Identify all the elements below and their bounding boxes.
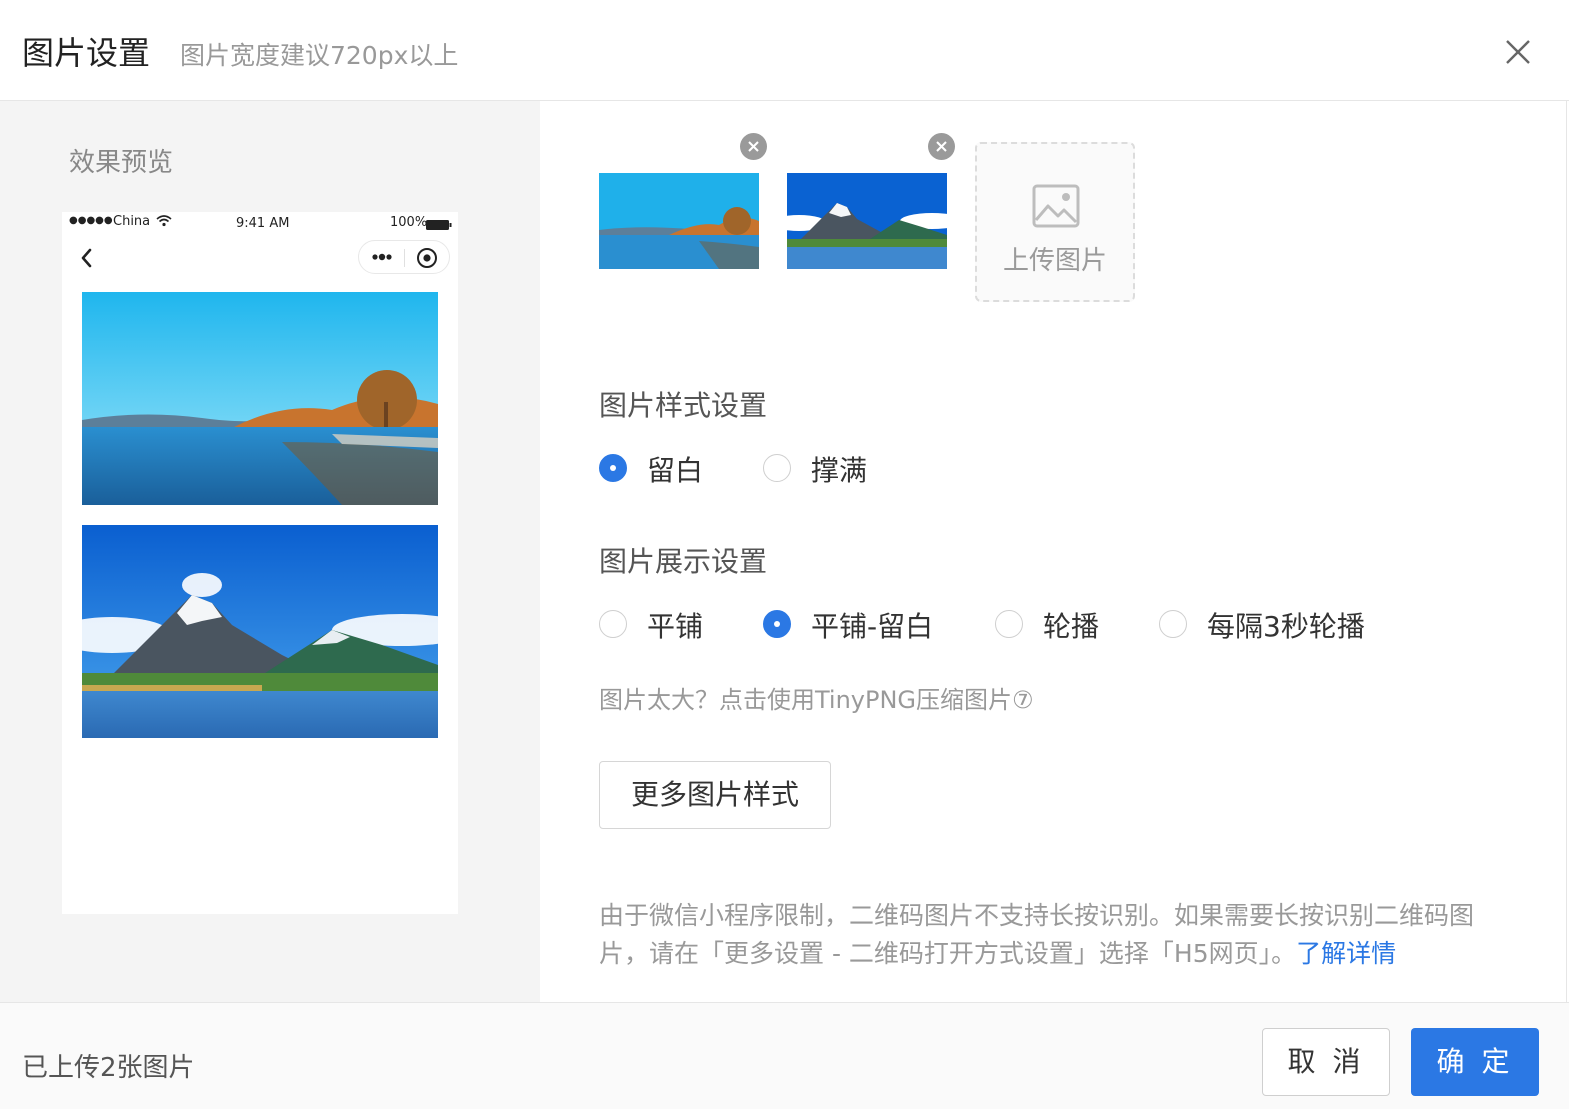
thumbnail-lake[interactable] — [599, 173, 759, 269]
remove-thumbnail-1-icon[interactable] — [740, 133, 767, 160]
radio-label: 平铺 — [647, 610, 704, 643]
image-settings-dialog: 图片设置 图片宽度建议720px以上 效果预览 ●●●●● China 9:41… — [0, 0, 1569, 1109]
wifi-icon — [156, 214, 172, 232]
radio-circle — [763, 454, 791, 482]
upload-count: 已上传2张图片 — [22, 1053, 195, 1083]
battery-percent: 100% — [390, 215, 428, 230]
signal-dots: ●●●●● — [69, 215, 113, 226]
radio-style-blank[interactable]: 留白 — [599, 448, 719, 488]
radio-style-fill[interactable]: 撑满 — [763, 448, 883, 488]
phone-statusbar: ●●●●● China 9:41 AM 100% — [62, 212, 458, 236]
cancel-button[interactable]: 取 消 — [1262, 1028, 1390, 1096]
radio-label: 撑满 — [811, 454, 868, 487]
preview-label: 效果预览 — [69, 148, 174, 178]
dialog-subtitle: 图片宽度建议720px以上 — [180, 41, 459, 70]
dialog-title: 图片设置 — [22, 34, 151, 72]
qr-notice: 由于微信小程序限制，二维码图片不支持长按识别。如果需要长按识别二维码图片，请在「… — [599, 897, 1519, 973]
radio-display-tile[interactable]: 平铺 — [599, 604, 719, 644]
status-time: 9:41 AM — [236, 216, 290, 231]
confirm-button[interactable]: 确 定 — [1411, 1028, 1539, 1096]
settings-pane: 上传图片 图片样式设置 留白 撑满 图片展示设置 平铺 平铺-留白 轮播 每隔3… — [540, 101, 1567, 1002]
more-image-styles-button[interactable]: 更多图片样式 — [599, 761, 831, 829]
phone-navbar — [62, 240, 458, 276]
radio-label: 留白 — [647, 454, 704, 487]
remove-thumbnail-2-icon[interactable] — [928, 133, 955, 160]
radio-display-carousel[interactable]: 轮播 — [995, 604, 1115, 644]
miniprogram-capsule — [358, 240, 450, 274]
radio-display-carousel-3s[interactable]: 每隔3秒轮播 — [1159, 604, 1389, 644]
display-setting-title: 图片展示设置 — [599, 545, 768, 578]
preview-image-mountain — [82, 525, 438, 738]
style-setting-title: 图片样式设置 — [599, 389, 768, 422]
battery-icon — [426, 219, 452, 230]
dialog-footer: 已上传2张图片 取 消 确 定 — [0, 1002, 1569, 1109]
phone-preview: ●●●●● China 9:41 AM 100% — [62, 212, 458, 914]
radio-label: 平铺-留白 — [811, 610, 934, 643]
radio-circle — [599, 610, 627, 638]
learn-more-link[interactable]: 了解详情 — [1296, 939, 1396, 968]
capsule-divider — [404, 249, 405, 267]
radio-label: 轮播 — [1043, 610, 1100, 643]
tinypng-tip-link[interactable]: 图片太大？点击使用TinyPNG压缩图片⑦ — [599, 680, 1034, 715]
radio-circle — [599, 454, 627, 482]
image-icon — [1032, 184, 1080, 228]
dialog-header: 图片设置 图片宽度建议720px以上 — [0, 0, 1569, 101]
thumbnail-mountain[interactable] — [787, 173, 947, 269]
carrier-label: China — [113, 214, 151, 229]
upload-image-button[interactable]: 上传图片 — [975, 142, 1135, 302]
back-chevron-icon[interactable] — [76, 244, 96, 272]
radio-label: 每隔3秒轮播 — [1207, 610, 1365, 643]
radio-circle — [1159, 610, 1187, 638]
preview-pane: 效果预览 ●●●●● China 9:41 AM 100% — [0, 101, 540, 1002]
radio-circle — [763, 610, 791, 638]
preview-image-lake — [82, 292, 438, 505]
radio-circle — [995, 610, 1023, 638]
close-icon[interactable] — [1498, 32, 1538, 72]
exit-target-icon[interactable] — [414, 245, 440, 271]
radio-display-tile-blank[interactable]: 平铺-留白 — [763, 604, 953, 644]
more-dots-icon[interactable] — [367, 245, 397, 269]
upload-image-label: 上传图片 — [1002, 246, 1107, 276]
